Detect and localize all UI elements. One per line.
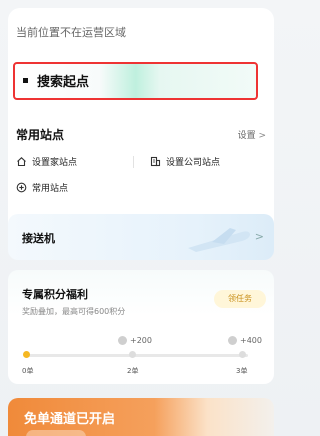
set-home-station-button[interactable]: 设置家站点 xyxy=(16,155,77,168)
points-subtitle: 奖励叠加，最高可得600积分 xyxy=(22,307,126,316)
plus-circle-icon xyxy=(16,182,27,193)
set-company-station-button[interactable]: 设置公司站点 xyxy=(150,155,220,168)
settings-label: 设置 xyxy=(237,131,256,141)
coin-icon xyxy=(228,336,237,345)
location-status: 当前位置不在运营区域 xyxy=(16,26,126,39)
progress-track xyxy=(26,354,248,357)
add-common-station-button[interactable]: 常用站点 xyxy=(16,181,68,194)
chevron-right-icon: > xyxy=(254,230,264,243)
common-stations-title: 常用站点 xyxy=(16,128,65,142)
free-ride-banner[interactable]: 免单通道已开启 xyxy=(8,398,274,436)
home-icon xyxy=(17,157,26,167)
airplane-icon xyxy=(188,228,250,252)
progress-dot-start xyxy=(23,351,30,358)
milestone-label-2: 2单 xyxy=(127,367,139,375)
bonus-200: +200 xyxy=(118,336,152,345)
building-icon xyxy=(150,156,161,167)
add-station-label: 常用站点 xyxy=(32,184,69,194)
pickup-label: 接送机 xyxy=(22,232,55,245)
set-company-label: 设置公司站点 xyxy=(166,158,221,168)
search-start-button[interactable]: 搜索起点 xyxy=(13,62,258,100)
divider xyxy=(133,156,134,168)
search-start-label: 搜索起点 xyxy=(37,75,90,90)
claim-task-button[interactable]: 领任务 xyxy=(214,290,266,308)
progress-dot-mid xyxy=(129,351,136,358)
progress-dot-end xyxy=(239,351,246,358)
bonus-400-label: +400 xyxy=(240,336,262,345)
milestone-label-0: 0单 xyxy=(22,367,34,375)
milestone-label-3: 3单 xyxy=(236,367,248,375)
bonus-200-label: +200 xyxy=(130,336,152,345)
common-stations-settings-link[interactable]: 设置 > xyxy=(238,128,266,141)
chevron-right-icon: > xyxy=(258,131,266,141)
airport-pickup-card[interactable]: 接送机 > xyxy=(8,214,274,260)
points-card: 专属积分福利 奖励叠加，最高可得600积分 领任务 +200 +400 0单 2… xyxy=(8,270,274,384)
set-home-label: 设置家站点 xyxy=(32,158,78,168)
banner-pill xyxy=(26,430,86,436)
bonus-400: +400 xyxy=(228,336,262,345)
start-point-icon xyxy=(23,78,28,83)
points-title: 专属积分福利 xyxy=(22,288,88,301)
banner-title: 免单通道已开启 xyxy=(24,412,116,427)
coin-icon xyxy=(118,336,127,345)
